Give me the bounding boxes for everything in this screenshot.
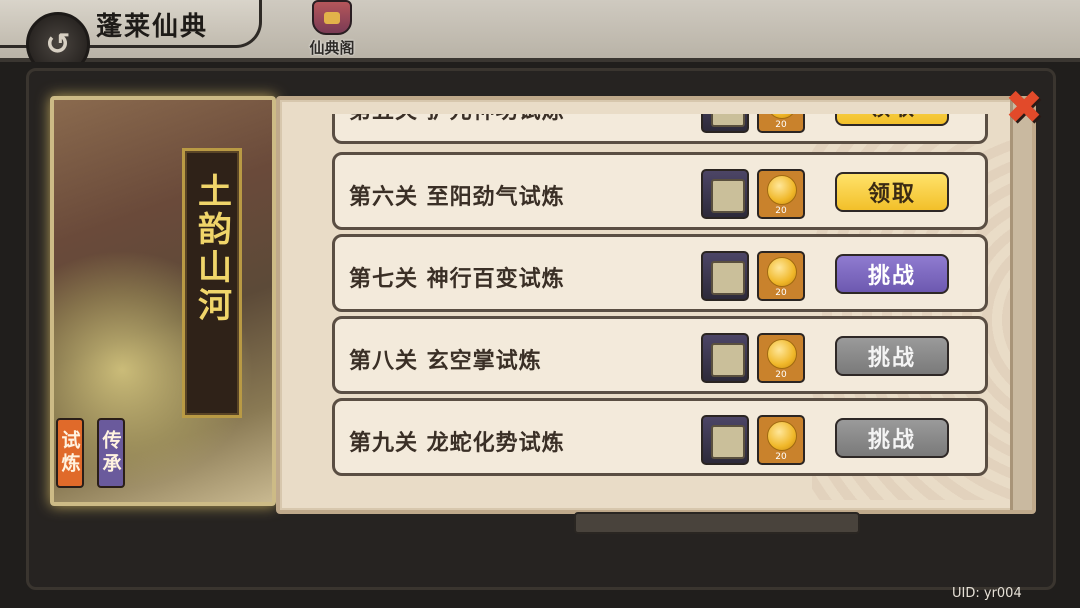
stage-label: 第六关 至阳劲气试炼 xyxy=(349,185,565,210)
gold-leaf-icon xyxy=(767,339,797,369)
tab-xiandian-pavilion[interactable]: 仙典阁 xyxy=(300,0,364,58)
pavilion-emblem-icon xyxy=(312,0,352,35)
challenge-button[interactable]: 挑战 xyxy=(835,254,949,294)
challenge-button-locked[interactable]: 挑战 xyxy=(835,418,949,458)
close-icon[interactable]: ✖ xyxy=(1000,80,1048,134)
list-item: 第六关 至阳劲气试炼 20 领取 xyxy=(332,152,988,230)
reward-coin-icon[interactable]: 20 xyxy=(757,114,805,133)
gold-leaf-icon xyxy=(767,421,797,451)
scroll-name-plaque: 土韵山河 xyxy=(182,148,242,418)
reward-coin-icon[interactable]: 20 xyxy=(757,415,805,465)
tab-inherit[interactable]: 传承 xyxy=(97,418,125,488)
stage-label: 第九关 龙蛇化势试炼 xyxy=(349,431,565,456)
list-item: 第九关 龙蛇化势试炼 20 挑战 xyxy=(332,398,988,476)
gold-leaf-icon xyxy=(767,175,797,205)
list-item: 第七关 神行百变试炼 20 挑战 xyxy=(332,234,988,312)
top-bar: ↺ 蓬莱仙典 仙典阁 xyxy=(0,0,1080,76)
reward-coin-icon[interactable]: 20 xyxy=(757,333,805,383)
tab-label: 仙典阁 xyxy=(309,39,355,57)
reward-qty: 20 xyxy=(775,206,787,216)
reward-qty: 20 xyxy=(775,370,787,380)
reward-qty: 20 xyxy=(775,452,787,462)
footer-bar xyxy=(574,512,860,534)
reward-scroll-icon[interactable] xyxy=(701,415,749,465)
reward-coin-icon[interactable]: 20 xyxy=(757,169,805,219)
reward-qty: 20 xyxy=(775,288,787,298)
tab-inherit-label: 传承 xyxy=(99,430,122,476)
reward-scroll-icon[interactable] xyxy=(701,114,749,133)
trial-list[interactable]: 第五关 护元神功试炼 20 领取 第六关 至阳劲气试炼 20 领取 第七关 神行… xyxy=(280,114,1020,494)
reward-scroll-icon[interactable] xyxy=(701,333,749,383)
page-title: 蓬莱仙典 xyxy=(96,12,209,42)
reward-qty: 20 xyxy=(775,120,787,130)
scroll-name: 土韵山河 xyxy=(191,173,232,325)
stage-label: 第七关 神行百变试炼 xyxy=(349,267,565,292)
reward-scroll-icon[interactable] xyxy=(701,251,749,301)
stage-label: 第五关 护元神功试炼 xyxy=(349,114,565,125)
tab-trial-label: 试炼 xyxy=(58,430,81,476)
list-item: 第五关 护元神功试炼 20 领取 xyxy=(332,114,988,144)
challenge-button-locked[interactable]: 挑战 xyxy=(835,336,949,376)
uid-label: UID: yr004 xyxy=(952,586,1022,601)
stage-label: 第八关 玄空掌试炼 xyxy=(349,349,542,374)
reward-scroll-icon[interactable] xyxy=(701,169,749,219)
claim-button[interactable]: 领取 xyxy=(835,172,949,212)
claim-button[interactable]: 领取 xyxy=(835,114,949,126)
gold-leaf-icon xyxy=(767,114,797,119)
list-item: 第八关 玄空掌试炼 20 挑战 xyxy=(332,316,988,394)
trial-list-panel: 第五关 护元神功试炼 20 领取 第六关 至阳劲气试炼 20 领取 第七关 神行… xyxy=(276,96,1036,514)
reward-coin-icon[interactable]: 20 xyxy=(757,251,805,301)
tab-trial[interactable]: 试炼 xyxy=(56,418,84,488)
gold-leaf-icon xyxy=(767,257,797,287)
